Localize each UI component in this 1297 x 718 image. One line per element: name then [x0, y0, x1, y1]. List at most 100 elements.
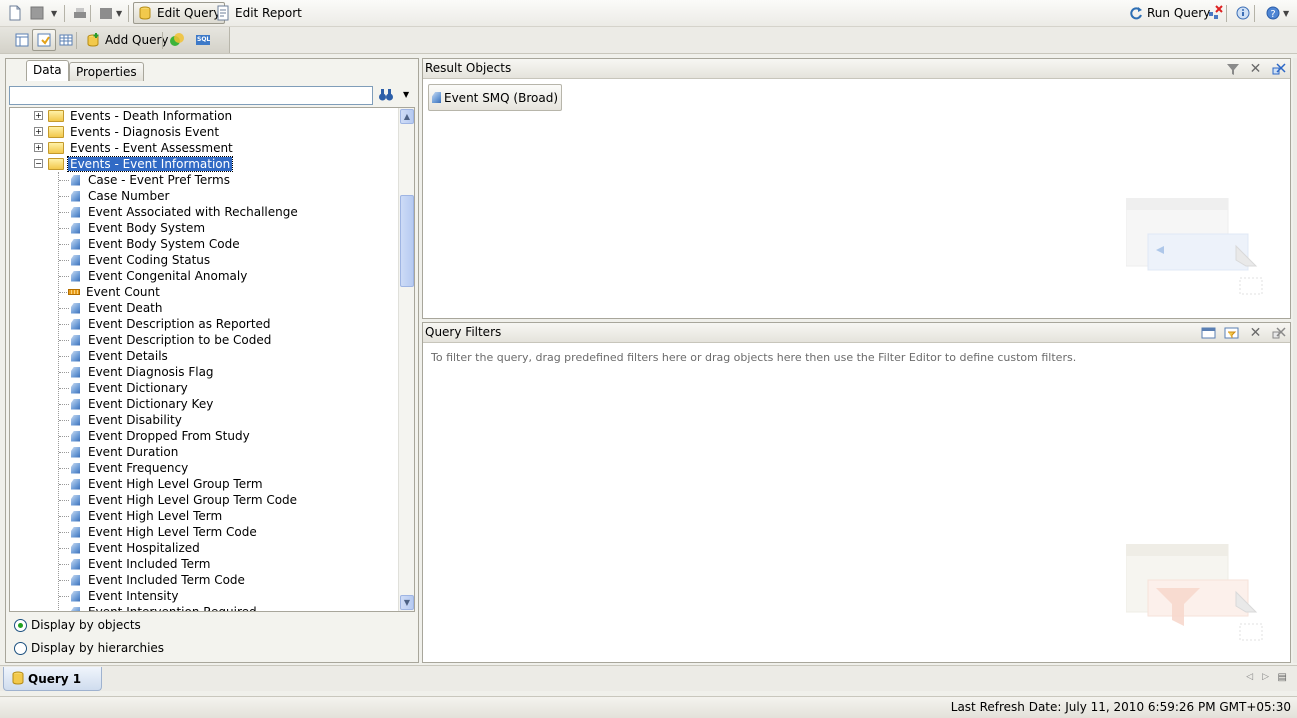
dimension-icon	[71, 606, 80, 611]
display-by-hierarchies-radio[interactable]	[14, 641, 27, 655]
tree-object[interactable]: Event Count	[68, 284, 162, 300]
tab-list-icon[interactable]: ▤	[1278, 672, 1287, 683]
query-properties-button[interactable]	[1231, 2, 1255, 24]
scroll-thumb[interactable]	[400, 195, 414, 287]
data-panel-button[interactable]	[32, 29, 56, 51]
tree-object[interactable]: Event Coding Status	[71, 252, 212, 268]
drop-filters-illustration-icon	[1125, 543, 1266, 647]
tree-object[interactable]: Event Intensity	[71, 588, 180, 604]
tree-connector	[59, 388, 69, 389]
tree-folder[interactable]: + Events - Death Information	[34, 108, 234, 124]
tab-properties[interactable]: Properties	[69, 62, 144, 81]
tab-scroll-right-icon[interactable]: ▷	[1262, 672, 1269, 682]
collapse-icon[interactable]: −	[34, 159, 43, 168]
close-icon[interactable]: ✕	[1248, 62, 1263, 76]
grid-panel-button[interactable]	[54, 29, 78, 51]
tree-object[interactable]: Event High Level Term Code	[71, 524, 259, 540]
search-options-chevron-icon[interactable]: ▼	[403, 90, 409, 99]
display-by-objects-radio[interactable]	[14, 618, 27, 632]
tree-folder[interactable]: + Events - Diagnosis Event	[34, 124, 221, 140]
layout-panel-button[interactable]	[10, 29, 34, 51]
tree-object[interactable]: Event Frequency	[71, 460, 190, 476]
view-mode-button[interactable]: ▼	[94, 2, 126, 24]
combined-query-button[interactable]	[165, 29, 189, 51]
tree-object[interactable]: Event Included Term Code	[71, 572, 247, 588]
tree-object[interactable]: Event High Level Group Term Code	[71, 492, 299, 508]
help-button[interactable]: ? ▼	[1261, 2, 1293, 24]
remove-all-icon[interactable]	[1271, 62, 1286, 76]
tree-object[interactable]: Event High Level Group Term	[71, 476, 265, 492]
tree-scrollbar[interactable]: ▲ ▼	[398, 108, 414, 611]
add-query-label: Add Query	[105, 33, 169, 47]
tree-object[interactable]: Event High Level Term	[71, 508, 224, 524]
tree-object-label: Event Congenital Anomaly	[88, 269, 248, 283]
predefined-filters-icon[interactable]	[1201, 326, 1216, 340]
chevron-down-icon[interactable]: ▼	[116, 9, 122, 18]
display-by-hierarchies-option[interactable]: Display by hierarchies	[14, 641, 164, 655]
toolbar-separator	[76, 32, 77, 49]
tree-folder[interactable]: − Events - Event Information	[34, 156, 234, 172]
tree-folder[interactable]: + Events - Event Assessment	[34, 140, 235, 156]
expand-icon[interactable]: +	[34, 143, 43, 152]
run-query-button[interactable]: Run Query	[1124, 2, 1214, 24]
chevron-down-icon[interactable]: ▼	[1283, 9, 1289, 18]
tree-object[interactable]: Event Body System	[71, 220, 207, 236]
print-button[interactable]	[68, 2, 92, 24]
tree-object[interactable]: Event Congenital Anomaly	[71, 268, 249, 284]
save-button[interactable]: ▼	[25, 2, 61, 24]
tree-object[interactable]: Event Hospitalized	[71, 540, 202, 556]
tree-object[interactable]: Event Body System Code	[71, 236, 242, 252]
remove-filters-icon[interactable]	[1271, 326, 1286, 340]
tree-object[interactable]: Event Dropped From Study	[71, 428, 252, 444]
tree-object-label: Case Number	[88, 189, 170, 203]
add-query-button[interactable]: Add Query	[81, 29, 173, 51]
tree-object[interactable]: Event Included Term	[71, 556, 212, 572]
view-mode-icon	[98, 5, 114, 21]
tree-object[interactable]: Event Description to be Coded	[71, 332, 273, 348]
tree-connector	[59, 260, 69, 261]
tree-object[interactable]: Event Details	[71, 348, 170, 364]
filter-icon[interactable]	[1225, 62, 1240, 76]
search-input[interactable]	[9, 86, 373, 105]
dimension-icon	[71, 318, 80, 330]
expand-icon[interactable]: +	[34, 111, 43, 120]
purge-button[interactable]	[1203, 2, 1227, 24]
tree-object[interactable]: Case Number	[71, 188, 171, 204]
tree-object[interactable]: Event Associated with Rechallenge	[71, 204, 300, 220]
tree-object[interactable]: Event Dictionary Key	[71, 396, 215, 412]
tree-object[interactable]: Event Dictionary	[71, 380, 190, 396]
left-panel-tabs: Data Properties	[6, 59, 418, 81]
edit-report-button[interactable]: Edit Report	[211, 2, 306, 24]
edit-report-icon	[215, 5, 231, 21]
tree-object[interactable]: Event Diagnosis Flag	[71, 364, 216, 380]
dimension-icon	[71, 366, 80, 378]
close-icon[interactable]: ✕	[1248, 326, 1263, 340]
new-document-button[interactable]	[3, 2, 27, 24]
scroll-down-icon[interactable]: ▼	[400, 595, 414, 610]
tree-object-label: Event Included Term	[88, 557, 211, 571]
combined-query-icon	[169, 32, 185, 48]
filter-editor-icon[interactable]	[1224, 326, 1239, 340]
tree-object[interactable]: Event Intervention Required	[71, 604, 259, 611]
tab-data[interactable]: Data	[26, 60, 69, 81]
sql-button[interactable]: SQL	[191, 29, 215, 51]
expand-icon[interactable]: +	[34, 127, 43, 136]
result-object-chip[interactable]: Event SMQ (Broad)	[428, 84, 562, 111]
tree-object[interactable]: Event Death	[71, 300, 164, 316]
add-query-icon	[85, 32, 101, 48]
tree-object[interactable]: Event Duration	[71, 444, 180, 460]
binoculars-icon[interactable]	[378, 87, 394, 103]
tree-object[interactable]: Event Disability	[71, 412, 184, 428]
chevron-down-icon[interactable]: ▼	[51, 9, 57, 18]
tab-query-1[interactable]: Query 1	[3, 667, 102, 691]
tree-connector	[59, 372, 69, 373]
tree-object[interactable]: Case - Event Pref Terms	[71, 172, 232, 188]
display-by-objects-option[interactable]: Display by objects	[14, 618, 141, 632]
display-by-objects-label: Display by objects	[31, 618, 141, 632]
tree-connector	[59, 196, 69, 197]
tree-object[interactable]: Event Description as Reported	[71, 316, 273, 332]
tab-scroll-left-icon[interactable]: ◁	[1246, 672, 1253, 682]
scroll-up-icon[interactable]: ▲	[400, 109, 414, 124]
object-tree: + Events - Death Information + Events - Dia…	[9, 107, 415, 612]
tree-object-label: Event Body System	[88, 221, 206, 235]
